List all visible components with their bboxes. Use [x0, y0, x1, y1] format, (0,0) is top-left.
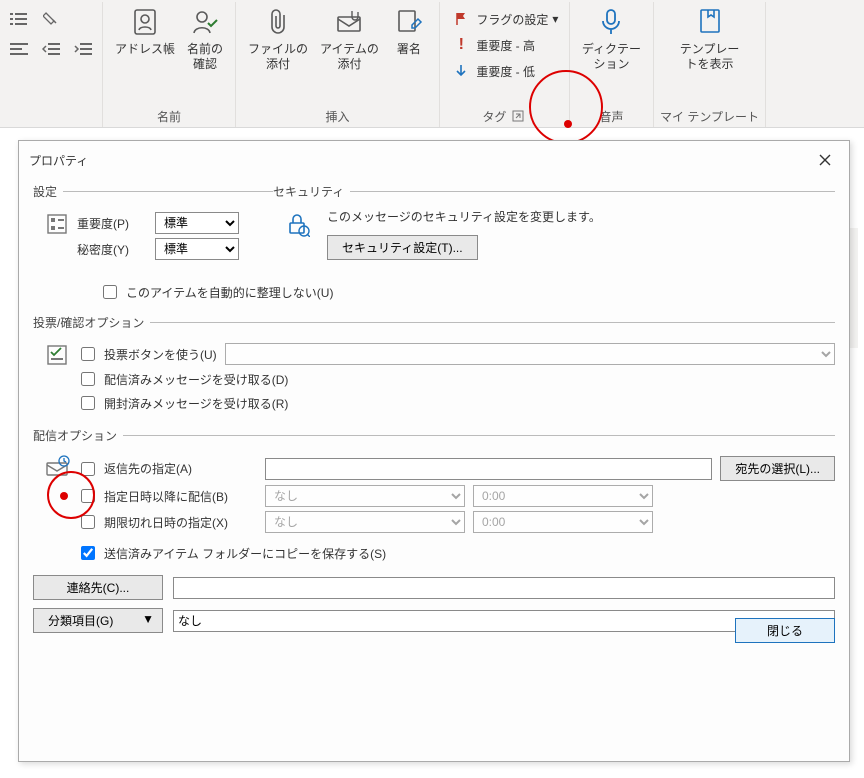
security-legend: セキュリティ [273, 183, 350, 200]
sensitivity-label: 秘密度(Y) [77, 241, 147, 258]
select-recipients-button[interactable]: 宛先の選択(L)... [720, 456, 835, 481]
flag-icon [450, 8, 472, 30]
address-book-icon [129, 6, 161, 38]
delivery-receipt-checkbox[interactable] [81, 372, 95, 386]
reply-to-input[interactable] [265, 458, 712, 480]
reply-to-label: 返信先の指定(A) [104, 460, 192, 477]
annotation-dot-2 [60, 492, 68, 500]
voting-options-select[interactable] [225, 343, 835, 365]
voting-icon [43, 341, 71, 369]
properties-dialog: プロパティ 設定 重要度(P) 標準 [18, 140, 850, 762]
check-names-icon [189, 6, 221, 38]
contacts-button[interactable]: 連絡先(C)... [33, 575, 163, 600]
attach-item-button[interactable]: アイテムの 添付 [314, 2, 385, 76]
security-settings-button[interactable]: セキュリティ設定(T)... [327, 235, 478, 260]
signature-icon [393, 6, 425, 38]
group-label-templates: マイ テンプレート [660, 106, 759, 125]
delay-delivery-label: 指定日時以降に配信(B) [104, 488, 228, 505]
security-icon [283, 210, 311, 238]
chevron-down-icon: ▼ [142, 612, 154, 626]
expire-date-select[interactable]: なし [265, 511, 465, 533]
use-voting-label: 投票ボタンを使う(U) [104, 346, 217, 363]
indent-increase-icon[interactable] [70, 38, 96, 60]
no-autoarchive-label: このアイテムを自動的に整理しない(U) [126, 284, 333, 301]
delay-delivery-checkbox[interactable] [81, 489, 95, 503]
high-importance-button[interactable]: ! 重要度 - 高 [450, 34, 558, 56]
expire-checkbox[interactable] [81, 515, 95, 529]
contacts-input[interactable] [173, 577, 835, 599]
dictate-button[interactable]: ディクテー ション [576, 2, 647, 76]
follow-up-flag-button[interactable]: フラグの設定 ▾ [450, 8, 558, 30]
delivery-legend: 配信オプション [33, 427, 123, 444]
sensitivity-select[interactable]: 標準 [155, 238, 239, 260]
settings-icon [43, 210, 71, 238]
group-label-names: 名前 [157, 106, 181, 125]
importance-label: 重要度(P) [77, 215, 147, 232]
list-format-icon[interactable] [6, 8, 32, 30]
voting-legend: 投票/確認オプション [33, 314, 150, 331]
save-sent-label: 送信済みアイテム フォルダーにコピーを保存する(S) [104, 545, 386, 562]
close-button[interactable]: 閉じる [735, 618, 835, 643]
use-voting-checkbox[interactable] [81, 347, 95, 361]
tags-dialog-launcher[interactable] [512, 110, 526, 124]
align-icon[interactable] [6, 38, 32, 60]
security-desc: このメッセージのセキュリティ設定を変更します。 [327, 208, 601, 225]
attach-file-button[interactable]: ファイルの 添付 [242, 2, 314, 76]
group-label-tags: タグ [482, 108, 506, 125]
delivery-receipt-label: 配信済みメッセージを受け取る(D) [104, 371, 288, 388]
exclamation-icon: ! [450, 34, 472, 56]
read-receipt-checkbox[interactable] [81, 396, 95, 410]
chevron-down-icon: ▾ [552, 12, 558, 26]
no-autoarchive-checkbox[interactable] [103, 285, 117, 299]
arrow-down-icon [450, 60, 472, 82]
signature-button[interactable]: 署名 [385, 2, 433, 61]
delay-time-select[interactable]: 0:00 [473, 485, 653, 507]
save-sent-checkbox[interactable] [81, 546, 95, 560]
expire-time-select[interactable]: 0:00 [473, 511, 653, 533]
delay-date-select[interactable]: なし [265, 485, 465, 507]
format-painter-icon[interactable] [38, 8, 64, 30]
delivery-icon [43, 454, 71, 482]
template-icon [694, 6, 726, 38]
expire-label: 期限切れ日時の指定(X) [104, 514, 228, 531]
paperclip-icon [262, 6, 294, 38]
show-templates-button[interactable]: テンプレー トを表示 [674, 2, 746, 76]
microphone-icon [595, 6, 627, 38]
check-names-button[interactable]: 名前の 確認 [181, 2, 229, 76]
low-importance-button[interactable]: 重要度 - 低 [450, 60, 558, 82]
read-receipt-label: 開封済みメッセージを受け取る(R) [104, 395, 288, 412]
group-label-voice: 音声 [599, 106, 623, 125]
address-book-button[interactable]: アドレス帳 [109, 2, 181, 61]
close-icon[interactable] [811, 149, 839, 171]
settings-legend: 設定 [33, 183, 63, 200]
categories-button[interactable]: 分類項目(G) ▼ [33, 608, 163, 633]
group-label-insert: 挿入 [325, 106, 349, 125]
importance-select[interactable]: 標準 [155, 212, 239, 234]
dialog-title: プロパティ [29, 152, 88, 169]
attach-item-icon [333, 6, 365, 38]
indent-decrease-icon[interactable] [38, 38, 64, 60]
reply-to-checkbox[interactable] [81, 462, 95, 476]
